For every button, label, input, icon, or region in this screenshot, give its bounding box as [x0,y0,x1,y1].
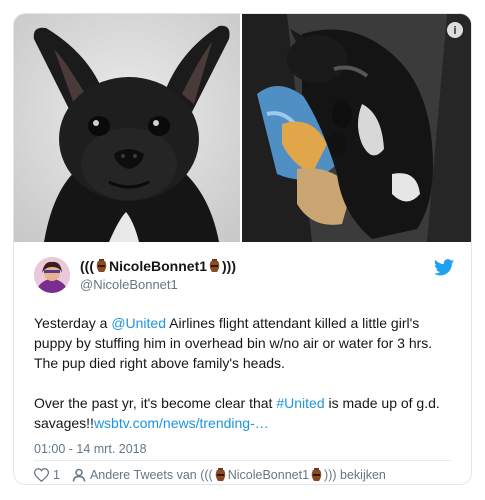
french-bulldog-photo[interactable] [14,14,240,242]
tweet-media[interactable]: i [14,14,471,242]
tweet-paragraph-1: Yesterday a @United Airlines flight atte… [34,313,459,373]
display-name-text: NicoleBonnet1 [109,258,208,274]
mention-link[interactable]: @United [111,315,166,331]
tweet-text: Yesterday a @United Airlines flight atte… [34,313,459,433]
embedded-tweet-card: i ((( NicoleBonnet1))) @NicoleBonnet1 Y… [13,13,472,485]
tweet-paragraph-2: Over the past yr, it's become clear that… [34,393,459,433]
puppy-in-carrier-photo[interactable]: i [242,14,471,242]
person-icon [72,468,86,482]
amphora-emoji-icon [96,259,107,272]
heart-icon[interactable] [34,468,49,482]
more-tweets-label: Andere Tweets van [89,468,197,482]
more-tweets-name-suffix: ))) [324,468,337,482]
divider [34,460,451,461]
author-names[interactable]: ((( NicoleBonnet1 ))) @NicoleBonnet1 [80,258,236,292]
tweet-actions: 1 Andere Tweets van ((( NicoleBonnet1 ))… [34,468,386,482]
amphora-emoji-icon [215,468,226,481]
display-name[interactable]: ((( NicoleBonnet1 ))) [80,258,236,274]
like-count[interactable]: 1 [53,468,60,482]
more-tweets-name-prefix: ((( [200,468,213,482]
display-name-prefix: ((( [80,258,94,274]
timestamp[interactable]: 01:00 - 14 mrt. 2018 [34,442,147,456]
avatar[interactable] [34,257,70,293]
amphora-emoji-icon [311,468,322,481]
handle[interactable]: @NicoleBonnet1 [80,277,236,292]
more-tweets-suffix: bekijken [340,468,386,482]
url-link[interactable]: wsbtv.com/news/trending-… [94,415,269,431]
display-name-suffix: ))) [222,258,237,274]
more-tweets-link[interactable]: Andere Tweets van ((( NicoleBonnet1 ))) … [90,468,386,482]
amphora-emoji-icon [209,259,220,272]
text-segment: Over the past yr, it's become clear that [34,395,277,411]
text-segment: Yesterday a [34,315,112,331]
tweet-header: ((( NicoleBonnet1 ))) @NicoleBonnet1 [34,257,454,297]
hashtag-link[interactable]: #United [276,395,324,411]
info-icon[interactable]: i [447,22,463,38]
more-tweets-name: NicoleBonnet1 [227,468,310,482]
twitter-bird-icon[interactable] [434,259,454,276]
